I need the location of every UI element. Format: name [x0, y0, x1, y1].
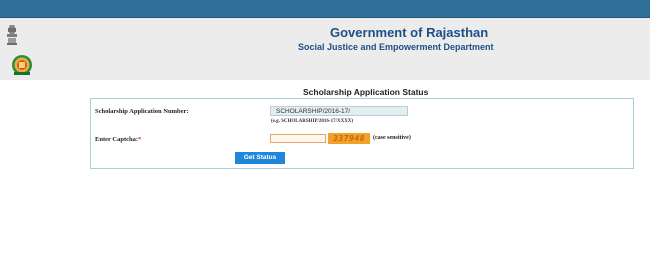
get-status-button[interactable]: Get Status [235, 152, 285, 164]
required-mark: * [138, 136, 142, 143]
department-title: Social Justice and Empowerment Departmen… [298, 42, 494, 52]
application-number-example: (e.g. SCHOLARSHIP/2016-17/XXXX) [271, 119, 354, 124]
national-emblem-icon [6, 24, 18, 46]
department-seal-icon [11, 54, 33, 76]
application-number-label: Scholarship Application Number: [95, 108, 189, 115]
page-title: Scholarship Application Status [303, 87, 429, 97]
captcha-label-text: Enter Captcha: [95, 136, 139, 143]
top-bar [0, 0, 650, 18]
site-header: Government of Rajasthan Social Justice a… [0, 18, 650, 80]
captcha-image: 337948 [328, 133, 370, 144]
government-title: Government of Rajasthan [330, 25, 489, 40]
captcha-label: Enter Captcha:* [95, 136, 141, 143]
status-form: Scholarship Application Number: SCHOLARS… [90, 98, 634, 169]
captcha-case-note: (case sensitive) [373, 135, 411, 141]
application-number-input[interactable]: SCHOLARSHIP/2016-17/ [270, 106, 408, 116]
captcha-input[interactable] [270, 134, 326, 143]
